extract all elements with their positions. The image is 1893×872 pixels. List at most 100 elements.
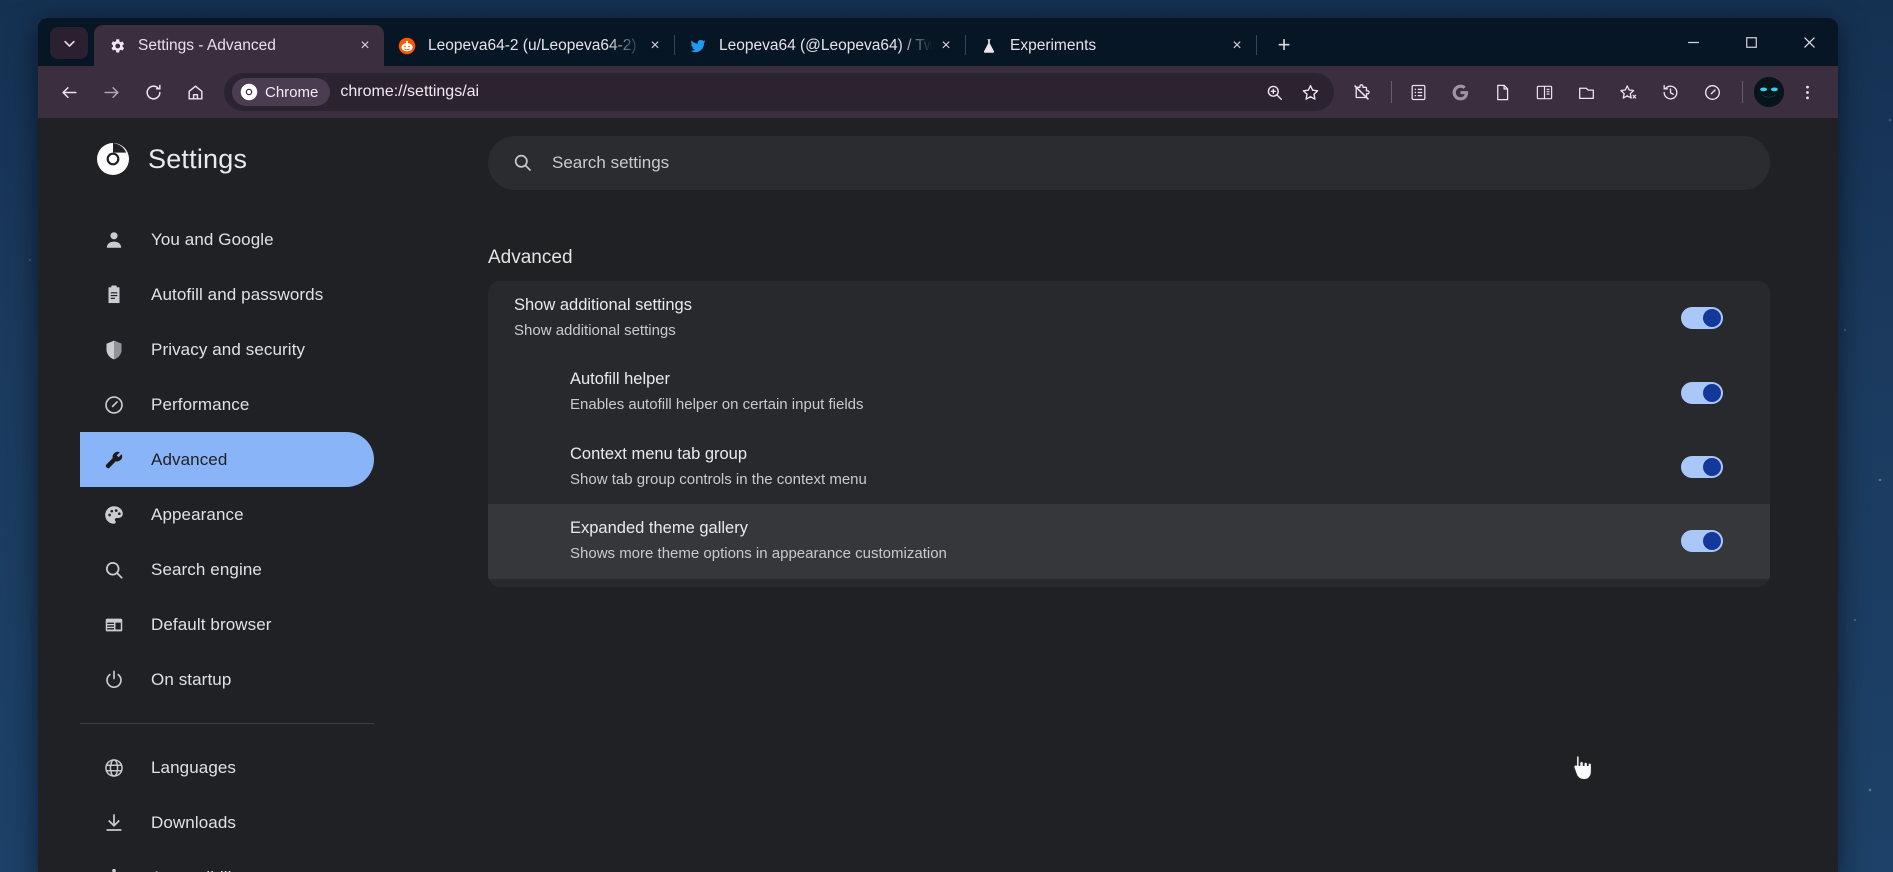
tab-title: Leopeva64-2 (u/Leopeva64-2): [428, 37, 642, 55]
shield-icon: [102, 338, 126, 362]
url-text: chrome://settings/ai: [340, 83, 1256, 101]
home-icon: [186, 83, 205, 102]
close-icon: [1803, 36, 1816, 49]
search-settings-field[interactable]: Search settings: [488, 136, 1770, 190]
history-icon: [1661, 83, 1680, 102]
sidebar-item-autofill-and-passwords[interactable]: Autofill and passwords: [80, 267, 374, 322]
wrench-icon: [102, 448, 126, 472]
section-title: Advanced: [488, 247, 1838, 269]
performance-button[interactable]: [1693, 73, 1731, 111]
palette-icon: [102, 503, 126, 527]
reading-list-button[interactable]: [1399, 73, 1437, 111]
chrome-logo-icon: [240, 83, 258, 101]
toggle-show-additional-settings[interactable]: [1681, 307, 1723, 329]
search-settings-placeholder: Search settings: [552, 153, 669, 173]
tab-reddit[interactable]: Leopeva64-2 (u/Leopeva64-2) ×: [384, 25, 674, 66]
chrome-logo-icon: [96, 142, 130, 176]
bookmarks-sparkle-button[interactable]: [1609, 73, 1647, 111]
sidebar-item-accessibility[interactable]: Accessibility: [80, 850, 374, 872]
sidebar-item-label: Autofill and passwords: [151, 285, 323, 305]
sidebar-nav-list: You and Google Autofill and passwords: [38, 212, 428, 872]
tab-shape-button[interactable]: [1567, 73, 1605, 111]
minimize-icon: [1687, 36, 1700, 49]
sidebar-item-label: Search engine: [151, 560, 262, 580]
google-button[interactable]: [1441, 73, 1479, 111]
settings-main: Search settings Advanced Show additional…: [428, 118, 1838, 872]
sidebar-divider: [80, 723, 374, 724]
book-icon: [1535, 83, 1554, 102]
sidebar-item-performance[interactable]: Performance: [80, 377, 374, 432]
sidebar-item-privacy-and-security[interactable]: Privacy and security: [80, 322, 374, 377]
reload-button[interactable]: [134, 73, 172, 111]
setting-row-context-menu-tab-group[interactable]: Context menu tab group Show tab group co…: [488, 430, 1770, 504]
sidebar-item-label: On startup: [151, 670, 231, 690]
profile-avatar[interactable]: [1754, 77, 1784, 107]
close-button[interactable]: [1780, 18, 1838, 66]
new-tab-button[interactable]: +: [1267, 28, 1301, 62]
sidebar-item-label: Privacy and security: [151, 340, 305, 360]
more-menu-icon: [1798, 83, 1817, 102]
sidebar-item-default-browser[interactable]: Default browser: [80, 597, 374, 652]
tab-settings-advanced[interactable]: Settings - Advanced ×: [94, 25, 384, 66]
pointer-hand-cursor: [1571, 754, 1593, 784]
browser-window-icon: [102, 613, 126, 637]
accessibility-icon: [102, 866, 126, 872]
setting-subtitle: Show tab group controls in the context m…: [570, 469, 1659, 492]
sidebar-item-on-startup[interactable]: On startup: [80, 652, 374, 707]
flask-icon: [980, 37, 998, 55]
setting-text: Expanded theme gallery Shows more theme …: [570, 517, 1659, 565]
setting-row-autofill-helper[interactable]: Autofill helper Enables autofill helper …: [488, 355, 1770, 429]
sidebar-item-appearance[interactable]: Appearance: [80, 487, 374, 542]
maximize-icon: [1745, 36, 1758, 49]
avatar-image: [1754, 77, 1784, 107]
sidebar-item-downloads[interactable]: Downloads: [80, 795, 374, 850]
setting-subtitle: Shows more theme options in appearance c…: [570, 543, 1659, 566]
tab-close-button[interactable]: ×: [933, 33, 959, 59]
setting-text: Context menu tab group Show tab group co…: [570, 443, 1659, 491]
toggle-context-menu-tab-group[interactable]: [1681, 456, 1723, 478]
zoom-in-icon: [1265, 83, 1284, 102]
tab-title: Leopeva64 (@Leopeva64) / Tw: [719, 37, 933, 55]
tab-experiments[interactable]: Experiments ×: [966, 25, 1256, 66]
document-button[interactable]: [1483, 73, 1521, 111]
forward-button[interactable]: [92, 73, 130, 111]
setting-row-expanded-theme-gallery[interactable]: Expanded theme gallery Shows more theme …: [488, 504, 1770, 578]
sidebar-item-advanced[interactable]: Advanced: [80, 432, 374, 487]
sidebar-item-label: Advanced: [151, 450, 227, 470]
settings-sidebar: Settings You and Google: [38, 118, 428, 872]
settings-header: Settings: [38, 128, 428, 190]
tab-close-button[interactable]: ×: [352, 33, 378, 59]
setting-row-show-additional-settings[interactable]: Show additional settings Show additional…: [488, 281, 1770, 355]
speedometer-icon: [102, 393, 126, 417]
reading-list-icon: [1409, 83, 1428, 102]
extensions-button[interactable]: [1342, 73, 1380, 111]
sidebar-item-search-engine[interactable]: Search engine: [80, 542, 374, 597]
history-button[interactable]: [1651, 73, 1689, 111]
tab-close-button[interactable]: ×: [642, 33, 668, 59]
reload-icon: [144, 83, 163, 102]
book-button[interactable]: [1525, 73, 1563, 111]
bookmark-button[interactable]: [1292, 75, 1328, 109]
toggle-expanded-theme-gallery[interactable]: [1681, 530, 1723, 552]
minimize-button[interactable]: [1664, 18, 1722, 66]
sidebar-item-label: Appearance: [151, 505, 244, 525]
setting-title: Context menu tab group: [570, 443, 1659, 467]
back-arrow-icon: [60, 83, 79, 102]
maximize-button[interactable]: [1722, 18, 1780, 66]
sidebar-item-languages[interactable]: Languages: [80, 740, 374, 795]
toggle-autofill-helper[interactable]: [1681, 382, 1723, 404]
tab-search-button[interactable]: [50, 27, 88, 59]
back-button[interactable]: [50, 73, 88, 111]
chrome-chip[interactable]: Chrome: [232, 78, 330, 106]
zoom-in-button[interactable]: [1256, 75, 1292, 109]
more-menu-button[interactable]: [1788, 73, 1826, 111]
toolbar-separator: [1742, 81, 1743, 103]
address-bar[interactable]: Chrome chrome://settings/ai: [224, 73, 1334, 111]
tab-twitter[interactable]: Leopeva64 (@Leopeva64) / Tw ×: [675, 25, 965, 66]
sidebar-item-label: You and Google: [151, 230, 274, 250]
sidebar-item-label: Accessibility: [151, 868, 245, 872]
home-button[interactable]: [176, 73, 214, 111]
tab-close-button[interactable]: ×: [1224, 33, 1250, 59]
reddit-icon: [398, 37, 416, 55]
sidebar-item-you-and-google[interactable]: You and Google: [80, 212, 374, 267]
